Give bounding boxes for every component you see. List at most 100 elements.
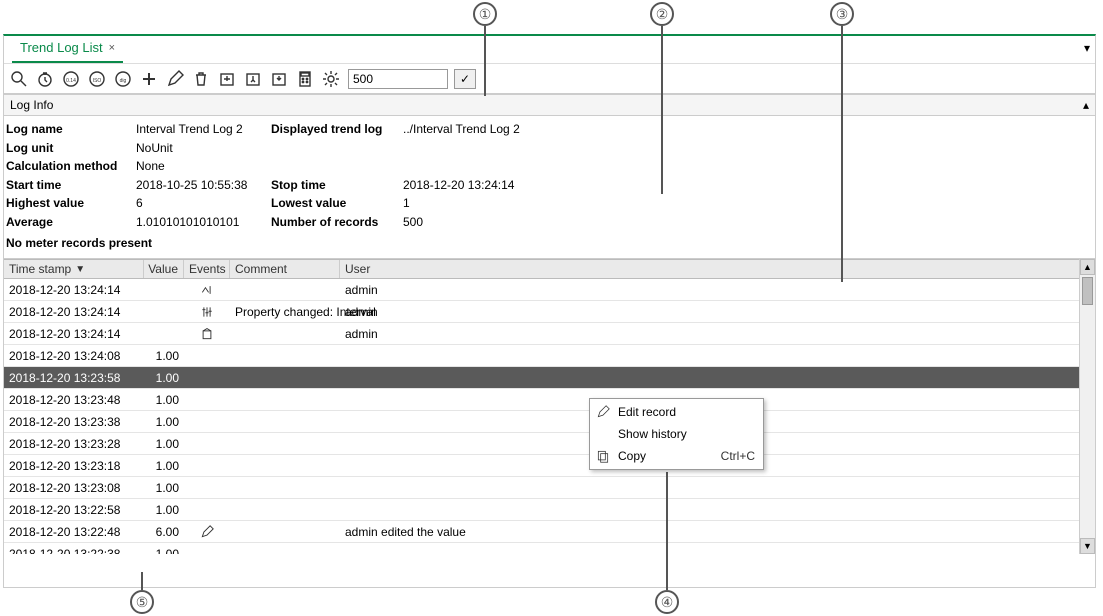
cell-comment <box>230 323 340 344</box>
cell-timestamp: 2018-12-20 13:22:38 <box>4 543 144 554</box>
settings-icon[interactable] <box>320 68 342 90</box>
cell-event-icon <box>184 367 230 388</box>
col-comment[interactable]: Comment <box>230 260 340 278</box>
grid: Time stamp▼ Value Events Comment User 20… <box>4 259 1095 554</box>
cell-timestamp: 2018-12-20 13:24:14 <box>4 301 144 322</box>
cell-comment <box>230 499 340 520</box>
vertical-scrollbar[interactable]: ▲ ▼ <box>1079 259 1095 554</box>
value-average: 1.01010101010101 <box>136 213 271 232</box>
export-csv-icon[interactable] <box>268 68 290 90</box>
delete-icon[interactable] <box>190 68 212 90</box>
callout-1: ① <box>473 2 497 26</box>
label-numrec: Number of records <box>271 213 403 232</box>
cell-event-icon <box>184 411 230 432</box>
calculator-icon[interactable] <box>294 68 316 90</box>
cell-comment <box>230 433 340 454</box>
ctx-edit-record[interactable]: Edit record <box>590 401 763 423</box>
cell-event-icon <box>184 499 230 520</box>
ctx-label: Show history <box>618 427 687 441</box>
no-meter-text: No meter records present <box>6 232 1093 253</box>
pencil-icon <box>594 405 612 419</box>
cell-timestamp: 2018-12-20 13:23:28 <box>4 433 144 454</box>
cell-value: 1.00 <box>144 367 184 388</box>
export-xml-icon[interactable] <box>216 68 238 90</box>
table-row[interactable]: 2018-12-20 13:24:14 Property changed: Int… <box>4 301 1095 323</box>
value-log-unit: NoUnit <box>136 139 271 158</box>
col-user[interactable]: User <box>340 260 1095 278</box>
table-row[interactable]: 2018-12-20 13:22:381.00 <box>4 543 350 554</box>
ctx-label: Edit record <box>618 405 676 419</box>
col-timestamp[interactable]: Time stamp▼ <box>4 260 144 278</box>
table-row[interactable]: 2018-12-20 13:23:581.00 <box>4 367 1095 389</box>
cell-value: 1.00 <box>144 389 184 410</box>
iso-icon[interactable]: ISO <box>86 68 108 90</box>
section-log-info[interactable]: Log Info ▴ <box>4 94 1095 116</box>
decimals-icon[interactable]: 0.14 <box>60 68 82 90</box>
cell-event-icon <box>184 345 230 366</box>
cell-event-icon <box>184 433 230 454</box>
table-row[interactable]: 2018-12-20 13:23:381.00 <box>4 411 1095 433</box>
panel-menu-arrow[interactable]: ▾ <box>1084 41 1090 55</box>
cell-timestamp: 2018-12-20 13:24:14 <box>4 279 144 300</box>
cell-user: admin <box>340 279 1095 300</box>
section-title: Log Info <box>10 98 53 112</box>
digital-icon[interactable]: dig <box>112 68 134 90</box>
table-row[interactable]: 2018-12-20 13:23:181.00 <box>4 455 1095 477</box>
collapse-icon[interactable]: ▴ <box>1083 98 1089 112</box>
cell-comment <box>230 521 340 542</box>
table-row[interactable]: 2018-12-20 13:22:486.00admin edited the … <box>4 521 1095 543</box>
col-value[interactable]: Value <box>144 260 184 278</box>
cell-timestamp: 2018-12-20 13:22:48 <box>4 521 144 542</box>
cell-timestamp: 2018-12-20 13:23:48 <box>4 389 144 410</box>
context-menu: Edit record Show history Copy Ctrl+C <box>589 398 764 470</box>
callout-line-1 <box>484 26 486 96</box>
label-lowest: Lowest value <box>271 194 403 213</box>
table-row[interactable]: 2018-12-20 13:23:281.00 <box>4 433 1095 455</box>
import-csv-icon[interactable] <box>242 68 264 90</box>
cell-timestamp: 2018-12-20 13:24:14 <box>4 323 144 344</box>
value-displayed: ../Interval Trend Log 2 <box>403 120 520 139</box>
table-row[interactable]: 2018-12-20 13:22:581.00 <box>4 499 1095 521</box>
cell-value: 1.00 <box>144 433 184 454</box>
value-highest: 6 <box>136 194 271 213</box>
table-row[interactable]: 2018-12-20 13:23:481.00 <box>4 389 1095 411</box>
ctx-show-history[interactable]: Show history <box>590 423 763 445</box>
records-input[interactable] <box>348 69 448 89</box>
grid-header: Time stamp▼ Value Events Comment User <box>4 259 1095 279</box>
search-icon[interactable] <box>8 68 30 90</box>
col-events[interactable]: Events <box>184 260 230 278</box>
table-row[interactable]: 2018-12-20 13:24:081.00 <box>4 345 1095 367</box>
cell-user <box>340 367 1095 388</box>
value-numrec: 500 <box>403 213 423 232</box>
cell-user <box>340 345 1095 366</box>
cell-event-icon <box>184 389 230 410</box>
tab-close-icon[interactable]: × <box>109 42 115 54</box>
scroll-thumb[interactable] <box>1082 277 1093 305</box>
ctx-copy[interactable]: Copy Ctrl+C <box>590 445 763 467</box>
cell-value: 1.00 <box>144 477 184 498</box>
cell-comment <box>230 455 340 476</box>
svg-text:dig: dig <box>120 78 127 84</box>
sort-desc-icon: ▼ <box>75 264 85 275</box>
cell-value <box>144 301 184 322</box>
table-row[interactable]: 2018-12-20 13:24:14 admin <box>4 323 1095 345</box>
cell-value: 6.00 <box>144 521 184 542</box>
add-icon[interactable] <box>138 68 160 90</box>
table-row[interactable]: 2018-12-20 13:24:14 admin <box>4 279 1095 301</box>
svg-text:ISO: ISO <box>93 78 102 84</box>
edit-icon[interactable] <box>164 68 186 90</box>
log-info-panel: Log name Interval Trend Log 2 Displayed … <box>4 116 1095 259</box>
label-calc: Calculation method <box>6 157 136 176</box>
scroll-down-icon[interactable]: ▼ <box>1080 538 1095 554</box>
ctx-label: Copy <box>618 449 646 463</box>
cell-user: admin <box>340 323 1095 344</box>
cell-value: 1.00 <box>144 499 184 520</box>
apply-button[interactable]: ✓ <box>454 69 476 89</box>
table-row[interactable]: 2018-12-20 13:23:081.00 <box>4 477 1095 499</box>
scroll-up-icon[interactable]: ▲ <box>1080 259 1095 275</box>
cell-value: 1.00 <box>144 345 184 366</box>
cell-comment: Property changed: Interval <box>230 301 340 322</box>
clock-icon[interactable] <box>34 68 56 90</box>
cell-event-icon <box>184 455 230 476</box>
tab-trend-log-list[interactable]: Trend Log List × <box>12 35 123 63</box>
